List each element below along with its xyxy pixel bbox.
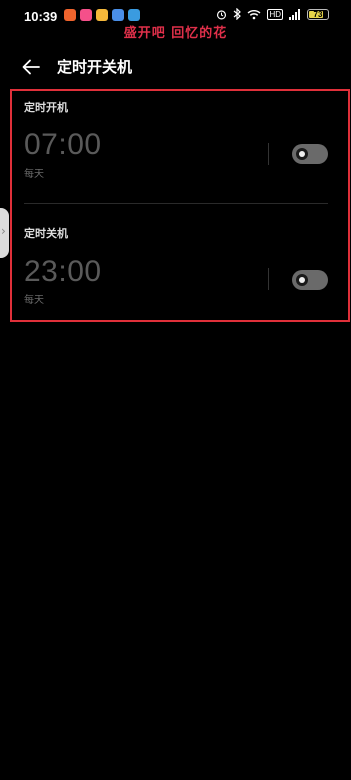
schedule-title: 定时开机 [24,101,68,114]
toggle-knob [296,274,308,286]
app-notification-icon [128,9,140,21]
wifi-icon [247,9,261,19]
page-title: 定时开关机 [57,58,133,76]
chevron-right-icon: › [1,224,6,238]
toggle-knob [296,148,308,160]
arrow-left-icon[interactable] [20,56,42,78]
schedule-time[interactable]: 07:00 [24,128,102,162]
app-notification-icon [80,9,92,21]
schedule-repeat: 每天 [24,295,44,306]
battery-indicator: 73 [307,8,329,20]
page-header: 定时开关机 [0,52,351,82]
schedule-title: 定时关机 [24,227,68,240]
schedule-repeat: 每天 [24,169,44,180]
app-notification-icon [64,9,76,21]
status-bar: 10:39 HD 73 盛开吧 回忆的花 [0,0,351,41]
power-on-toggle[interactable] [292,144,328,164]
overlay-caption: 盛开吧 回忆的花 [123,26,228,41]
schedule-time[interactable]: 23:00 [24,255,102,289]
alarm-icon [217,9,227,19]
section-divider [24,203,328,204]
side-panel-handle[interactable]: › [0,208,9,258]
notification-icons [64,9,140,21]
power-off-toggle[interactable] [292,270,328,290]
bluetooth-icon [234,8,242,20]
battery-level: 73 [313,9,323,19]
divider [268,268,269,290]
system-icons: HD 73 [216,8,329,20]
app-notification-icon [96,9,108,21]
app-notification-icon [112,9,124,21]
divider [268,143,269,165]
hd-badge: HD [267,8,283,20]
signal-icon [289,8,300,20]
